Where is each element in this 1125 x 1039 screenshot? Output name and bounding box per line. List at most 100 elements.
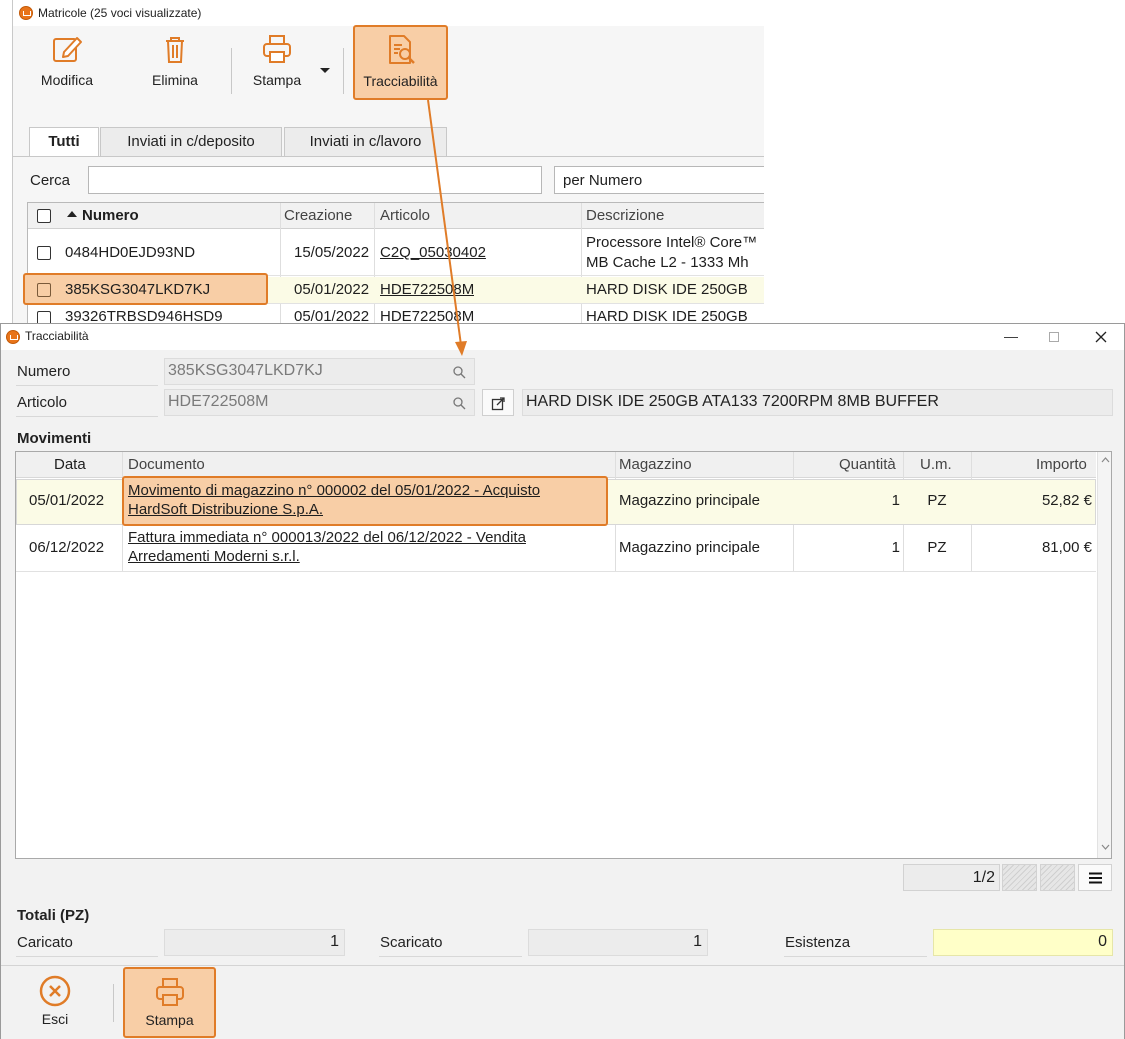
numero-value: 385KSG3047LKD7KJ	[168, 362, 323, 379]
column-header-articolo[interactable]: Articolo	[380, 207, 430, 224]
elimina-button[interactable]: Elimina	[137, 32, 213, 96]
caricato-label: Caricato	[17, 934, 73, 951]
window-title: Matricole (25 voci visualizzate)	[38, 6, 202, 20]
articolo-value: HDE722508M	[168, 393, 269, 410]
tab-inviati-deposito[interactable]: Inviati in c/deposito	[100, 127, 282, 156]
cell-descrizione: HARD DISK IDE 250GB	[586, 281, 748, 298]
tab-divider	[13, 156, 764, 157]
cell-um: PZ	[927, 492, 947, 509]
articolo-label: Articolo	[17, 394, 68, 411]
select-all-checkbox[interactable]	[37, 209, 51, 223]
matricole-window: Matricole (25 voci visualizzate) Modific…	[12, 0, 764, 330]
cell-quantita: 1	[891, 539, 900, 556]
cell-data: 05/01/2022	[29, 492, 105, 509]
table-row[interactable]: 06/12/2022 Fattura immediata n° 000013/2…	[16, 526, 1096, 572]
open-articolo-button[interactable]	[482, 389, 514, 416]
cell-documento-link[interactable]: Arredamenti Moderni s.r.l.	[128, 548, 300, 565]
cell-documento-link[interactable]: Fattura immediata n° 000013/2022 del 06/…	[128, 529, 526, 546]
chevron-up-icon[interactable]	[1101, 457, 1110, 463]
pager-prev-button[interactable]	[1002, 864, 1037, 891]
app-logo-icon	[19, 6, 33, 20]
sort-asc-icon	[67, 211, 77, 217]
articolo-description: HARD DISK IDE 250GB ATA133 7200RPM 8MB B…	[522, 389, 1113, 416]
tab-inviati-lavoro[interactable]: Inviati in c/lavoro	[284, 127, 447, 156]
tab-label: Inviati in c/lavoro	[309, 133, 422, 150]
column-header-um[interactable]: U.m.	[920, 456, 952, 473]
scaricato-value-field: 1	[528, 929, 708, 956]
row-checkbox[interactable]	[37, 246, 51, 260]
tab-tutti[interactable]: Tutti	[29, 127, 99, 157]
stampa-label: Stampa	[252, 72, 302, 88]
vertical-scrollbar[interactable]	[1097, 452, 1111, 858]
tracciabilita-button[interactable]: Tracciabilità	[353, 25, 448, 100]
title-bar: Tracciabilità —	[1, 324, 1124, 350]
printer-icon	[263, 35, 291, 63]
column-header-magazzino[interactable]: Magazzino	[619, 456, 692, 473]
stampa-dropdown-arrow[interactable]	[317, 64, 333, 78]
cell-documento-link[interactable]: HardSoft Distribuzione S.p.A.	[128, 501, 323, 518]
scaricato-value: 1	[693, 933, 702, 950]
table-row-selected[interactable]: 385KSG3047LKD7KJ 05/01/2022 HDE722508M H…	[23, 273, 764, 305]
esci-label: Esci	[41, 1011, 69, 1027]
articolo-field[interactable]: HDE722508M	[164, 389, 475, 416]
cell-um: PZ	[927, 539, 947, 556]
close-icon[interactable]	[1095, 331, 1107, 343]
label-underline	[16, 416, 158, 417]
menu-icon	[1089, 872, 1102, 884]
app-logo-icon	[6, 330, 20, 344]
sort-select-value: per Numero	[563, 172, 643, 189]
cell-importo: 81,00 €	[1041, 539, 1092, 556]
pager-indicator: 1/2	[903, 864, 1000, 891]
column-header-quantita[interactable]: Quantità	[839, 456, 896, 473]
close-circle-icon	[39, 975, 71, 1007]
grid-header: Numero Creazione Articolo Descrizione	[28, 203, 764, 229]
cell-magazzino: Magazzino principale	[619, 492, 760, 509]
cell-numero: 0484HD0EJD93ND	[65, 244, 196, 261]
label-underline	[784, 956, 927, 957]
articolo-description-text: HARD DISK IDE 250GB ATA133 7200RPM 8MB B…	[526, 393, 939, 410]
label-underline	[379, 956, 522, 957]
stampa-button[interactable]: Stampa	[239, 32, 315, 96]
chevron-down-icon[interactable]	[1101, 844, 1110, 850]
column-header-descrizione[interactable]: Descrizione	[586, 207, 664, 224]
esistenza-value: 0	[1098, 933, 1107, 950]
external-edit-icon	[491, 397, 505, 411]
cell-documento-link[interactable]: Movimento di magazzino n° 000002 del 05/…	[128, 482, 540, 499]
chevron-down-icon	[320, 68, 330, 73]
column-header-importo[interactable]: Importo	[1036, 456, 1087, 473]
modifica-button[interactable]: Modifica	[29, 32, 105, 96]
maximize-icon[interactable]	[1049, 332, 1059, 342]
column-header-creazione[interactable]: Creazione	[284, 207, 352, 224]
search-icon[interactable]	[452, 365, 466, 379]
label-underline	[16, 385, 158, 386]
elimina-label: Elimina	[152, 72, 198, 88]
cerca-label: Cerca	[30, 172, 71, 189]
table-row[interactable]: 0484HD0EJD93ND 15/05/2022 C2Q_05030402 P…	[28, 230, 764, 276]
numero-field[interactable]: 385KSG3047LKD7KJ	[164, 358, 475, 385]
cell-articolo-link[interactable]: C2Q_05030402	[380, 244, 486, 261]
sort-select[interactable]: per Numero	[554, 166, 764, 194]
esci-button[interactable]: Esci	[19, 974, 91, 1034]
table-row-selected[interactable]: 05/01/2022 Movimento di magazzino n° 000…	[16, 476, 1096, 526]
search-input[interactable]	[88, 166, 542, 194]
stampa-button[interactable]: Stampa	[123, 967, 216, 1038]
column-header-numero-label: Numero	[82, 207, 139, 224]
grid-menu-button[interactable]	[1078, 864, 1112, 891]
tracciabilita-label: Tracciabilità	[363, 73, 438, 89]
column-header-data[interactable]: Data	[54, 456, 86, 473]
search-icon[interactable]	[452, 396, 466, 410]
totali-heading: Totali (PZ)	[17, 907, 90, 924]
minimize-icon[interactable]: —	[1004, 328, 1018, 344]
column-header-numero[interactable]: Numero	[66, 207, 139, 224]
grid-header: Data Documento Magazzino Quantità U.m. I…	[16, 452, 1096, 478]
cell-descrizione: MB Cache L2 - 1333 Mh	[586, 254, 749, 271]
tracciabilita-window: Tracciabilità — Numero 385KSG3047LKD7KJ …	[0, 323, 1125, 1039]
row-checkbox[interactable]	[37, 283, 51, 297]
stampa-label: Stampa	[145, 1012, 194, 1028]
pager-next-button[interactable]	[1040, 864, 1075, 891]
cell-articolo-link[interactable]: HDE722508M	[380, 281, 474, 298]
document-search-icon	[388, 35, 415, 64]
edit-icon	[53, 37, 82, 62]
pager-text: 1/2	[972, 869, 995, 886]
column-header-documento[interactable]: Documento	[128, 456, 205, 473]
